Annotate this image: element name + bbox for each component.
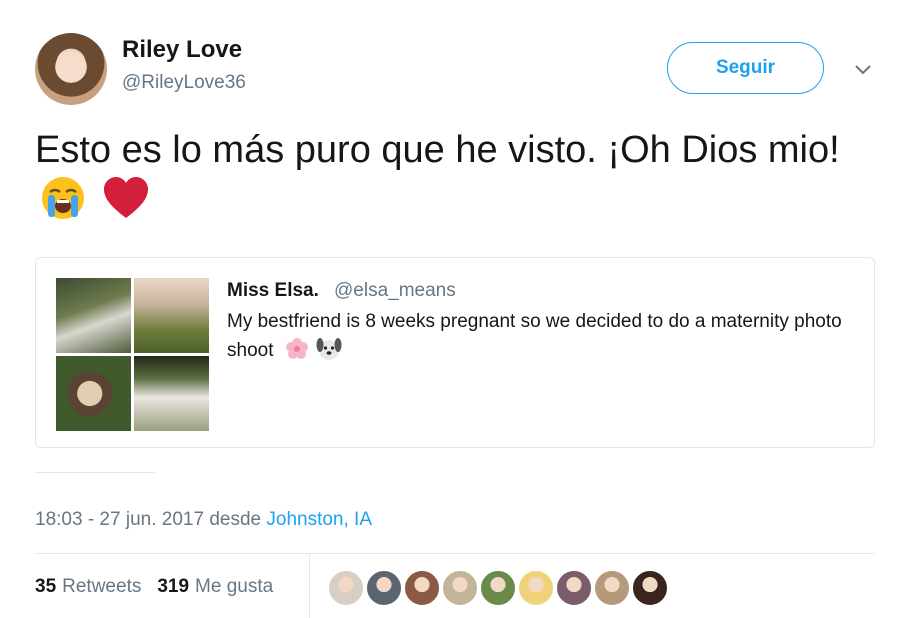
retweets-count: 35 — [35, 576, 57, 597]
liker-avatar[interactable] — [518, 570, 554, 606]
liker-avatar[interactable] — [328, 570, 364, 606]
quoted-photo-1[interactable] — [56, 278, 131, 353]
liker-avatar[interactable] — [556, 570, 592, 606]
author-display-name[interactable]: Riley Love — [122, 36, 242, 64]
author-avatar[interactable] — [35, 33, 107, 105]
cherry-blossom-icon — [285, 338, 308, 359]
red-heart-icon — [103, 177, 148, 218]
tweet-timestamp: 18:03 - 27 jun. 2017 desde Johnston, IA — [35, 509, 372, 531]
quoted-photo-4[interactable] — [134, 356, 209, 431]
location-link[interactable]: Johnston, IA — [266, 509, 372, 530]
quoted-author-name: Miss Elsa. — [227, 280, 319, 301]
likes-label: Me gusta — [195, 576, 274, 597]
quoted-photo-2[interactable] — [134, 278, 209, 353]
quoted-tweet-card[interactable]: Miss Elsa. @elsa_means My bestfriend is … — [35, 257, 875, 448]
likes-stat[interactable]: 319 Me gusta — [157, 576, 273, 598]
liker-avatar[interactable] — [366, 570, 402, 606]
tweet-stats: 35 Retweets 319 Me gusta — [35, 576, 273, 598]
dog-face-icon — [316, 338, 342, 360]
liker-avatar[interactable] — [632, 570, 668, 606]
liker-avatar[interactable] — [480, 570, 516, 606]
quoted-tweet-text: My bestfriend is 8 weeks pregnant so we … — [227, 308, 867, 365]
quoted-author-handle: @elsa_means — [334, 280, 456, 301]
liker-avatar[interactable] — [594, 570, 630, 606]
likes-count: 319 — [157, 576, 190, 597]
likers-avatar-list — [328, 570, 668, 606]
divider — [35, 472, 155, 473]
follow-button[interactable]: Seguir — [667, 42, 824, 94]
retweets-label: Retweets — [62, 576, 142, 597]
timestamp-from: desde — [209, 509, 262, 530]
quoted-tweet-photo-grid[interactable] — [56, 278, 209, 431]
quoted-photo-3[interactable] — [56, 356, 131, 431]
divider — [35, 553, 875, 554]
chevron-down-icon[interactable] — [852, 58, 874, 80]
tweet-text-content: Esto es lo más puro que he visto. ¡Oh Di… — [35, 129, 840, 171]
liker-avatar[interactable] — [442, 570, 478, 606]
liker-avatar[interactable] — [404, 570, 440, 606]
stats-separator — [309, 553, 310, 618]
author-handle[interactable]: @RileyLove36 — [122, 72, 246, 94]
tweet-text: Esto es lo más puro que he visto. ¡Oh Di… — [35, 126, 865, 228]
loudly-crying-face-icon — [42, 177, 84, 219]
timestamp-datetime[interactable]: 18:03 - 27 jun. 2017 — [35, 509, 204, 530]
retweets-stat[interactable]: 35 Retweets — [35, 576, 141, 598]
